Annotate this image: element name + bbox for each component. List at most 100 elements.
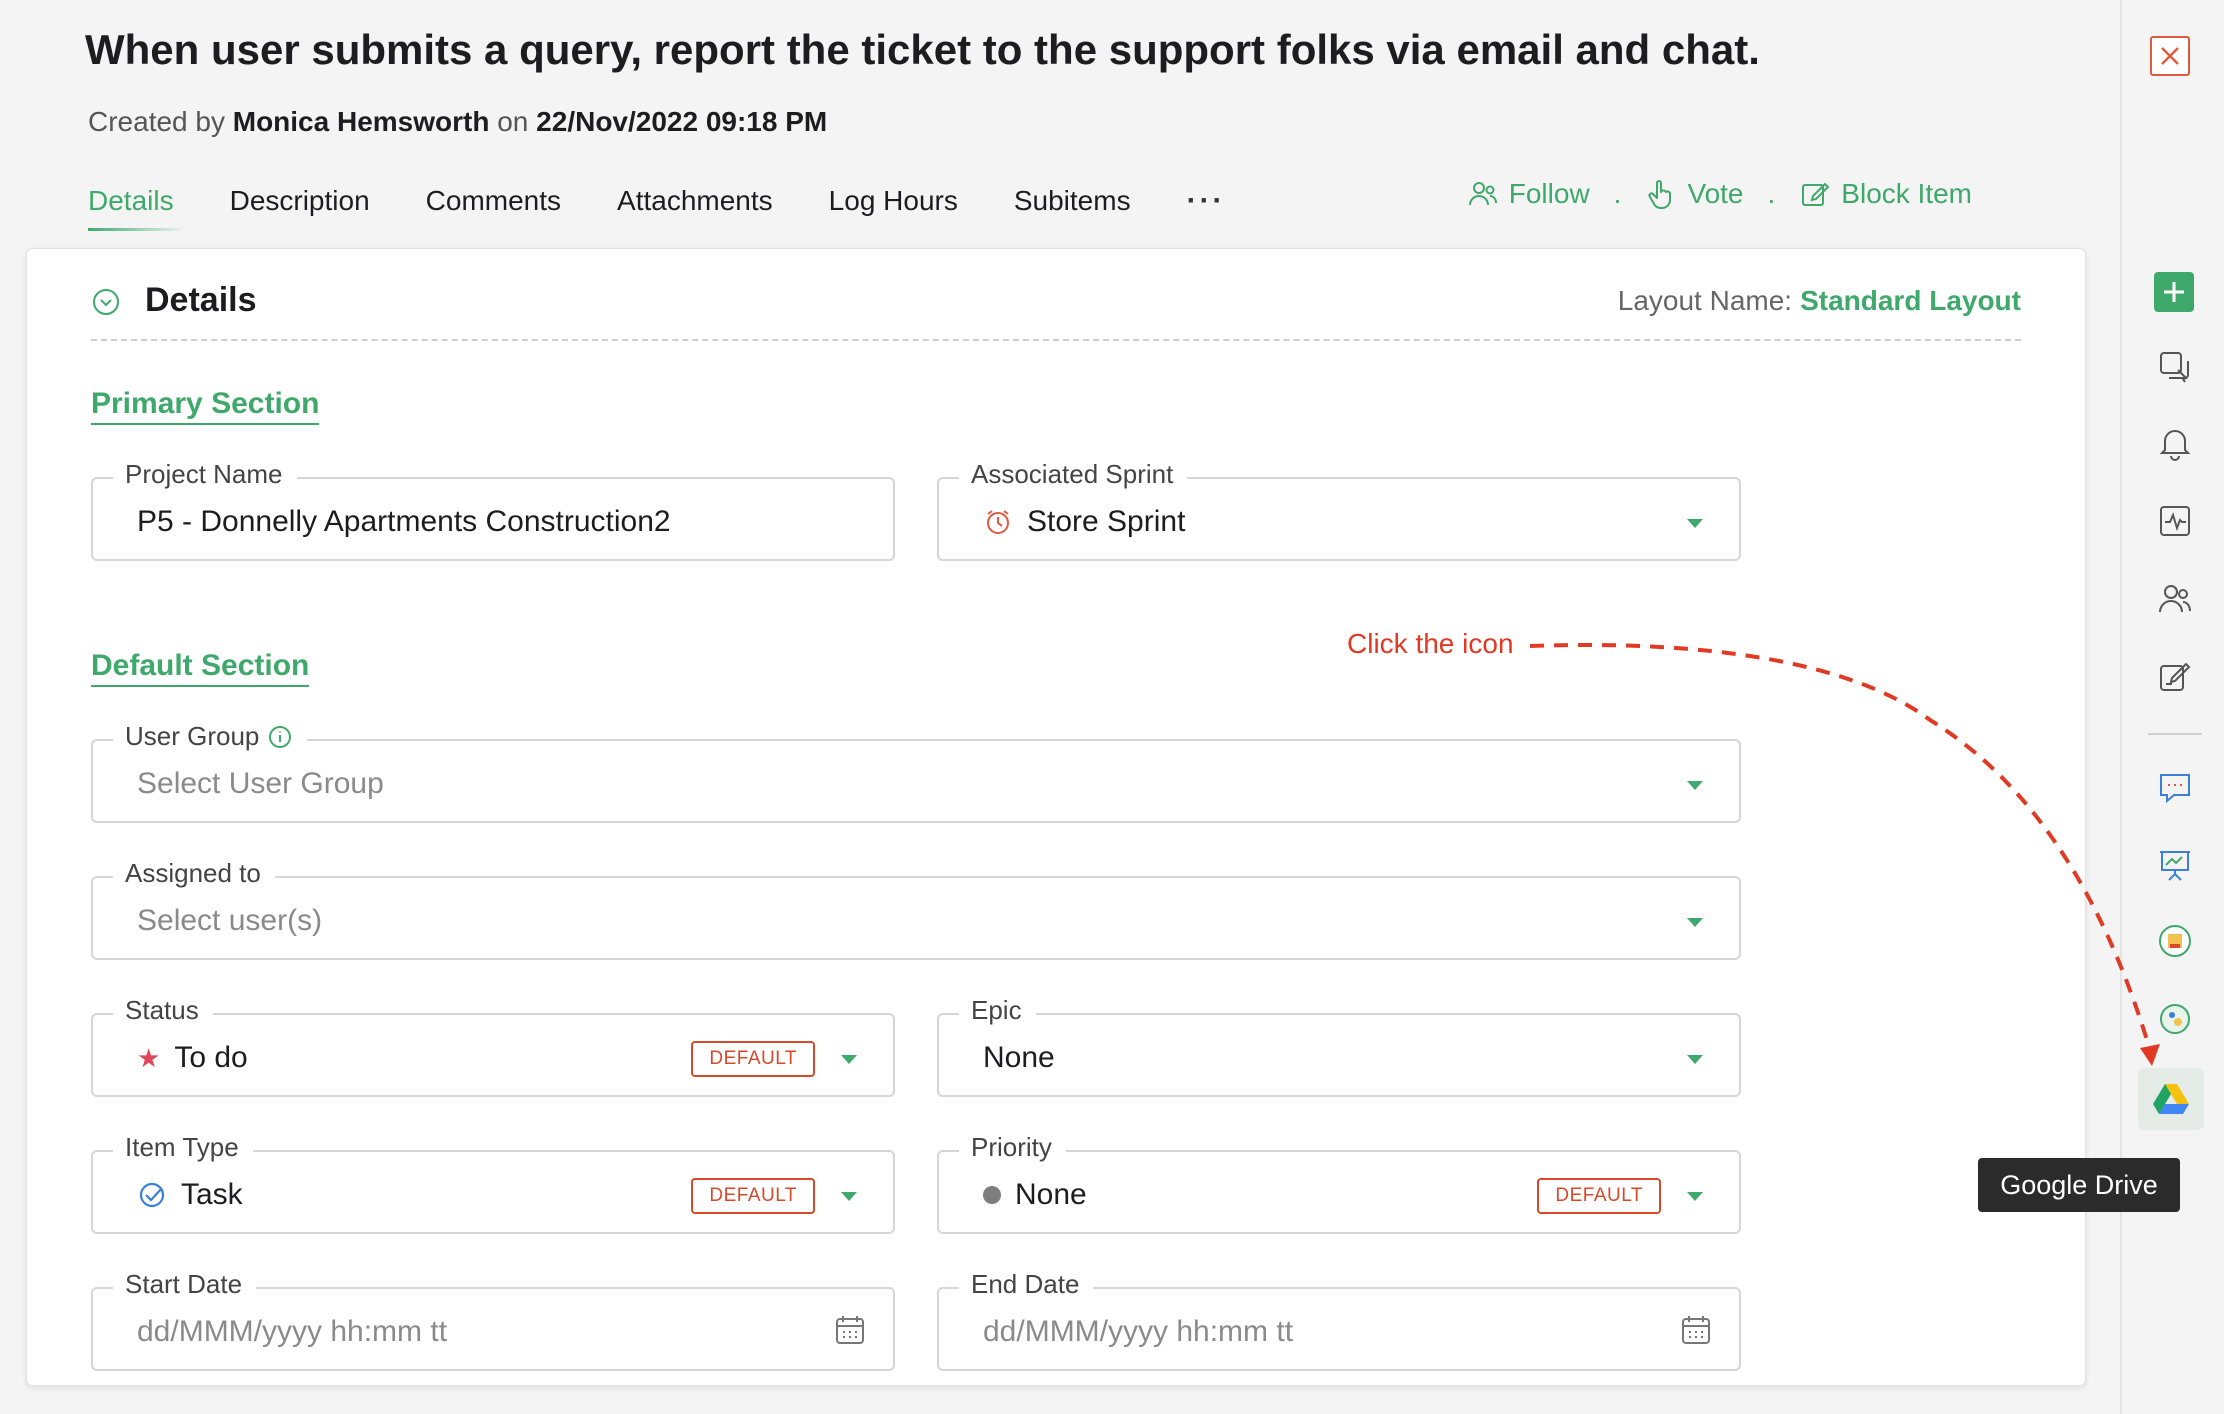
users-button[interactable] xyxy=(2156,580,2194,618)
primary-section-title[interactable]: Primary Section xyxy=(91,387,320,425)
assigned-to-placeholder: Select user(s) xyxy=(137,904,323,937)
chevron-circle-down-icon[interactable] xyxy=(91,287,121,317)
app-button-2[interactable] xyxy=(2156,1000,2194,1038)
google-drive-icon xyxy=(2153,1084,2189,1114)
chevron-down-icon[interactable] xyxy=(841,1192,857,1201)
associated-sprint-label: Associated Sprint xyxy=(959,459,1188,490)
created-date: 22/Nov/2022 09:18 PM xyxy=(536,106,828,137)
tab-attachments[interactable]: Attachments xyxy=(617,185,773,217)
chevron-down-icon[interactable] xyxy=(1687,918,1703,927)
app-icon xyxy=(2159,925,2191,957)
close-button[interactable] xyxy=(2150,36,2190,76)
info-icon[interactable] xyxy=(267,724,293,750)
associated-sprint-value: Store Sprint xyxy=(983,505,1185,539)
tab-more[interactable]: ··· xyxy=(1187,184,1226,218)
tab-description[interactable]: Description xyxy=(230,185,370,217)
activity-button[interactable] xyxy=(2156,502,2194,540)
associated-sprint-field[interactable]: Associated Sprint Store Sprint xyxy=(937,459,1741,561)
calendar-icon[interactable] xyxy=(1679,1313,1713,1347)
calendar-icon[interactable] xyxy=(833,1313,867,1347)
created-meta: Created by Monica Hemsworth on 22/Nov/20… xyxy=(88,106,828,137)
end-date-label: End Date xyxy=(959,1269,1094,1300)
copy-button[interactable] xyxy=(2156,348,2194,386)
edit-button[interactable] xyxy=(2156,658,2194,696)
chevron-down-icon[interactable] xyxy=(1687,1192,1703,1201)
app-icon-2 xyxy=(2160,1004,2190,1034)
author-name[interactable]: Monica Hemsworth xyxy=(233,106,490,137)
sprint-clock-icon xyxy=(987,510,1009,534)
start-date-label: Start Date xyxy=(113,1269,257,1300)
user-group-placeholder: Select User Group xyxy=(137,767,384,800)
users-icon xyxy=(2159,585,2191,613)
details-card: Details Layout Name: Standard Layout Prim… xyxy=(26,248,2086,1386)
project-name-label: Project Name xyxy=(113,459,297,490)
layout-name: Layout Name: Standard Layout xyxy=(1617,285,2021,316)
status-select[interactable]: Status ★ To do DEFAULT xyxy=(91,995,895,1097)
end-date-placeholder: dd/MMM/yyyy hh:mm tt xyxy=(983,1315,1294,1348)
epic-value: None xyxy=(983,1041,1055,1074)
details-title: Details xyxy=(145,281,257,319)
tab-bar: Details Description Comments Attachments… xyxy=(88,176,1282,231)
default-badge: DEFAULT xyxy=(691,1178,815,1214)
vote-button[interactable]: Vote xyxy=(1645,178,1744,210)
follow-button[interactable]: Follow xyxy=(1467,178,1590,210)
google-drive-tooltip: Google Drive xyxy=(1978,1158,2180,1212)
chevron-down-icon[interactable] xyxy=(1687,519,1703,528)
details-header: Details Layout Name: Standard Layout xyxy=(91,277,2021,341)
follow-icon xyxy=(1468,182,1497,206)
assigned-to-select[interactable]: Assigned to Select user(s) xyxy=(91,858,1741,960)
layout-link[interactable]: Standard Layout xyxy=(1800,285,2021,316)
default-badge: DEFAULT xyxy=(1537,1178,1661,1214)
edit-icon xyxy=(2160,662,2191,691)
add-button[interactable] xyxy=(2154,272,2194,312)
epic-label: Epic xyxy=(959,995,1036,1026)
star-icon: ★ xyxy=(137,1042,161,1073)
chevron-down-icon[interactable] xyxy=(841,1055,857,1064)
item-type-label: Item Type xyxy=(113,1132,253,1163)
end-date-input[interactable]: End Date dd/MMM/yyyy hh:mm tt xyxy=(937,1269,1741,1371)
presentation-icon xyxy=(2160,851,2190,881)
add-icon xyxy=(2164,282,2184,302)
chat-button[interactable] xyxy=(2156,768,2194,806)
user-group-select[interactable]: User Group Select User Group xyxy=(91,721,1741,823)
default-section-title[interactable]: Default Section xyxy=(91,649,310,687)
status-value: ★ To do xyxy=(137,1041,248,1074)
google-drive-button[interactable] xyxy=(2138,1068,2204,1130)
item-type-select[interactable]: Item Type Task DEFAULT xyxy=(91,1132,895,1234)
status-label: Status xyxy=(113,995,213,1026)
rail-divider xyxy=(2148,733,2202,735)
tab-comments[interactable]: Comments xyxy=(426,185,561,217)
item-actions: Follow . Vote . Block Item xyxy=(1467,178,1972,210)
item-type-value: Task xyxy=(137,1178,243,1212)
chevron-down-icon[interactable] xyxy=(1687,1055,1703,1064)
priority-dot-icon xyxy=(983,1186,1001,1204)
default-badge: DEFAULT xyxy=(691,1041,815,1077)
chat-icon xyxy=(2160,774,2190,804)
annotation-text: Click the icon xyxy=(1347,628,1514,659)
bell-icon xyxy=(2159,430,2191,461)
priority-value: None xyxy=(983,1178,1087,1212)
tab-details[interactable]: Details xyxy=(88,185,182,231)
priority-select[interactable]: Priority None DEFAULT xyxy=(937,1132,1741,1234)
start-date-input[interactable]: Start Date dd/MMM/yyyy hh:mm tt xyxy=(91,1269,895,1371)
activity-icon xyxy=(2160,506,2190,536)
presentation-button[interactable] xyxy=(2156,846,2194,884)
user-group-label: User Group xyxy=(113,721,308,752)
priority-label: Priority xyxy=(959,1132,1066,1163)
hand-pointer-icon xyxy=(1648,180,1672,210)
task-check-icon xyxy=(139,1182,165,1208)
block-item-button[interactable]: Block Item xyxy=(1799,178,1972,210)
close-icon xyxy=(2161,47,2179,65)
project-name-field[interactable]: Project Name P5 - Donnelly Apartments Co… xyxy=(91,459,895,561)
tab-subitems[interactable]: Subitems xyxy=(1014,185,1131,217)
page-title: When user submits a query, report the ti… xyxy=(85,26,1760,73)
epic-select[interactable]: Epic None xyxy=(937,995,1741,1097)
app-button[interactable] xyxy=(2156,922,2194,960)
notification-button[interactable] xyxy=(2156,424,2194,462)
start-date-placeholder: dd/MMM/yyyy hh:mm tt xyxy=(137,1315,448,1348)
chevron-down-icon[interactable] xyxy=(1687,781,1703,790)
assigned-to-label: Assigned to xyxy=(113,858,275,889)
block-edit-icon xyxy=(1802,182,1830,206)
copy-icon xyxy=(2160,352,2189,383)
tab-log-hours[interactable]: Log Hours xyxy=(829,185,958,217)
